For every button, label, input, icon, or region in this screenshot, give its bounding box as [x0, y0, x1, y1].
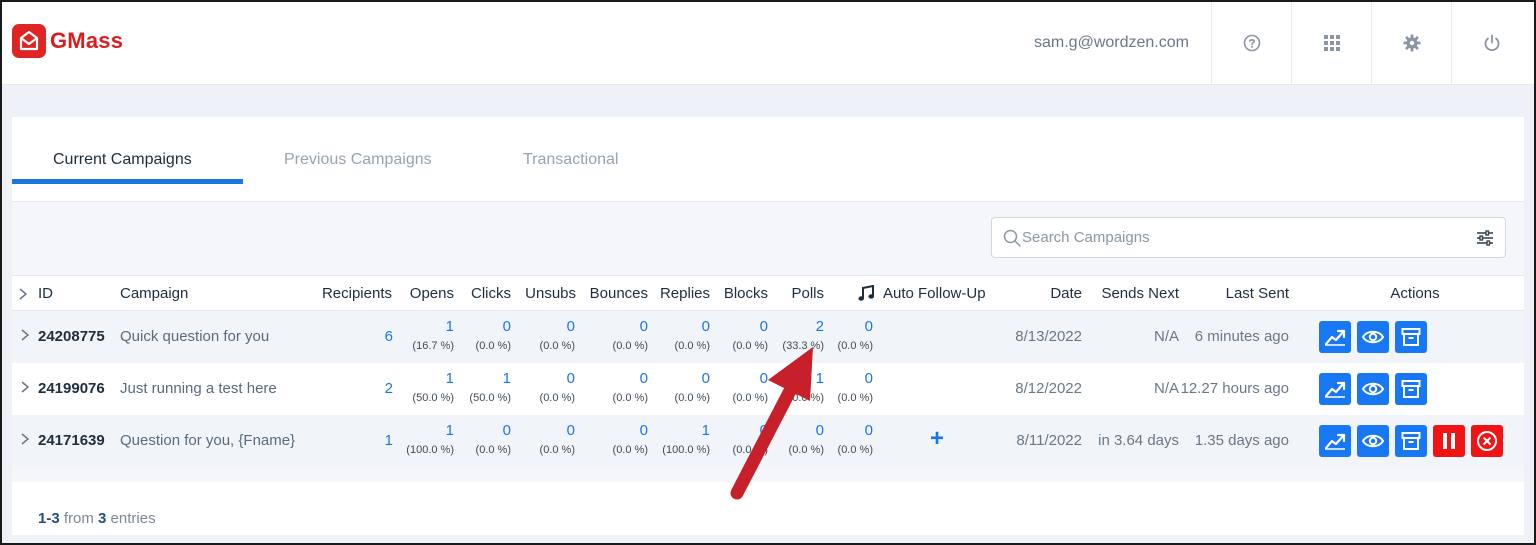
annotation-arrow [730, 347, 813, 500]
